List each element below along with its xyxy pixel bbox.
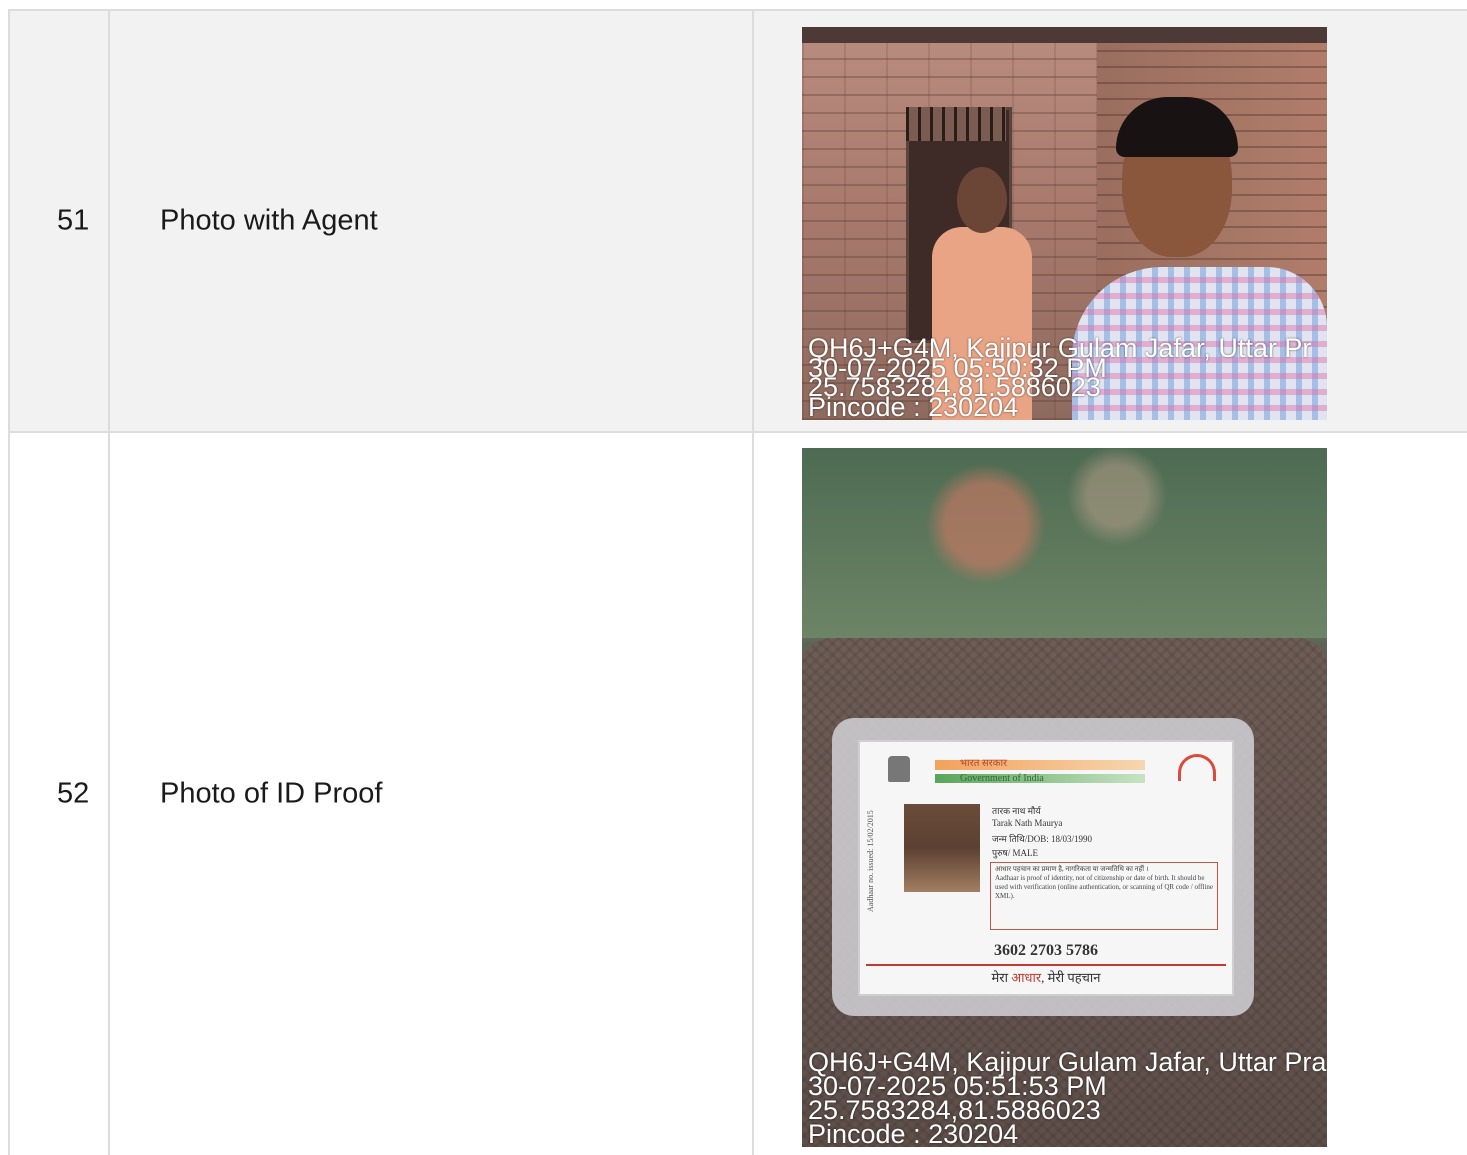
row-photo-cell: QH6J+G4M, Kajipur Gulam Jafar, Uttar Pr … — [754, 11, 1467, 431]
door-grill — [906, 107, 1006, 141]
card-footer: मेरा आधार, मेरी पहचान — [866, 964, 1226, 986]
agent-photo[interactable]: QH6J+G4M, Kajipur Gulam Jafar, Uttar Pr … — [802, 27, 1327, 420]
row-photo-cell: भारत सरकार Government of India Aadhaar n… — [754, 433, 1467, 1155]
photo-stamp: QH6J+G4M, Kajipur Gulam Jafar, Uttar Pr … — [808, 335, 1311, 420]
card-dob: जन्म तिथि/DOB: 18/03/1990 — [992, 834, 1092, 844]
verification-table: 51 Photo with Agent QH6J+G4M, Kajipur Gu… — [8, 9, 1467, 1155]
row-label: Photo with Agent — [160, 204, 378, 237]
customer-head — [957, 167, 1007, 233]
card-holder-photo — [904, 804, 980, 892]
id-card: भारत सरकार Government of India Aadhaar n… — [858, 740, 1234, 996]
row-number: 52 — [57, 777, 90, 810]
table-row: 51 Photo with Agent QH6J+G4M, Kajipur Gu… — [8, 11, 1467, 433]
card-header-hindi: भारत सरकार — [960, 758, 1008, 769]
card-side-text: Aadhaar no. issued: 15/02/2015 — [866, 810, 875, 912]
card-name-hindi: तारक नाथ मौर्य — [992, 806, 1041, 816]
card-footer-part3: , मेरी पहचान — [1041, 970, 1101, 985]
card-notice-hindi: आधार पहचान का प्रमाण है, नागरिकता या जन्… — [995, 865, 1149, 873]
emblem-icon — [888, 756, 910, 782]
roof-edge — [802, 27, 1327, 43]
aadhaar-logo-icon — [1178, 754, 1216, 781]
row-label-cell: Photo of ID Proof — [110, 433, 754, 1155]
green-wall — [802, 448, 1327, 638]
card-notice: आधार पहचान का प्रमाण है, नागरिकता या जन्… — [990, 862, 1218, 930]
row-label: Photo of ID Proof — [160, 777, 383, 810]
id-proof-photo[interactable]: भारत सरकार Government of India Aadhaar n… — [802, 448, 1327, 1147]
stamp-pincode: Pincode : 230204 — [808, 1119, 1019, 1148]
card-notice-english: Aadhaar is proof of identity, not of cit… — [995, 874, 1213, 900]
card-name-english: Tarak Nath Maurya — [992, 818, 1063, 828]
photo-stamp: QH6J+G4M, Kajipur Gulam Jafar, Uttar Pra… — [808, 1049, 1326, 1148]
row-number: 51 — [57, 204, 90, 237]
row-number-cell: 51 — [8, 11, 110, 431]
table-row: 52 Photo of ID Proof भारत सरकार Governme… — [8, 433, 1467, 1155]
card-footer-part1: मेरा — [991, 970, 1008, 985]
row-label-cell: Photo with Agent — [110, 11, 754, 431]
row-number-cell: 52 — [8, 433, 110, 1155]
card-header-english: Government of India — [960, 773, 1044, 784]
card-footer-part2: आधार — [1011, 970, 1042, 985]
aadhaar-number: 3602 2703 5786 — [994, 942, 1098, 959]
card-gender: पुरुष/ MALE — [992, 848, 1038, 858]
